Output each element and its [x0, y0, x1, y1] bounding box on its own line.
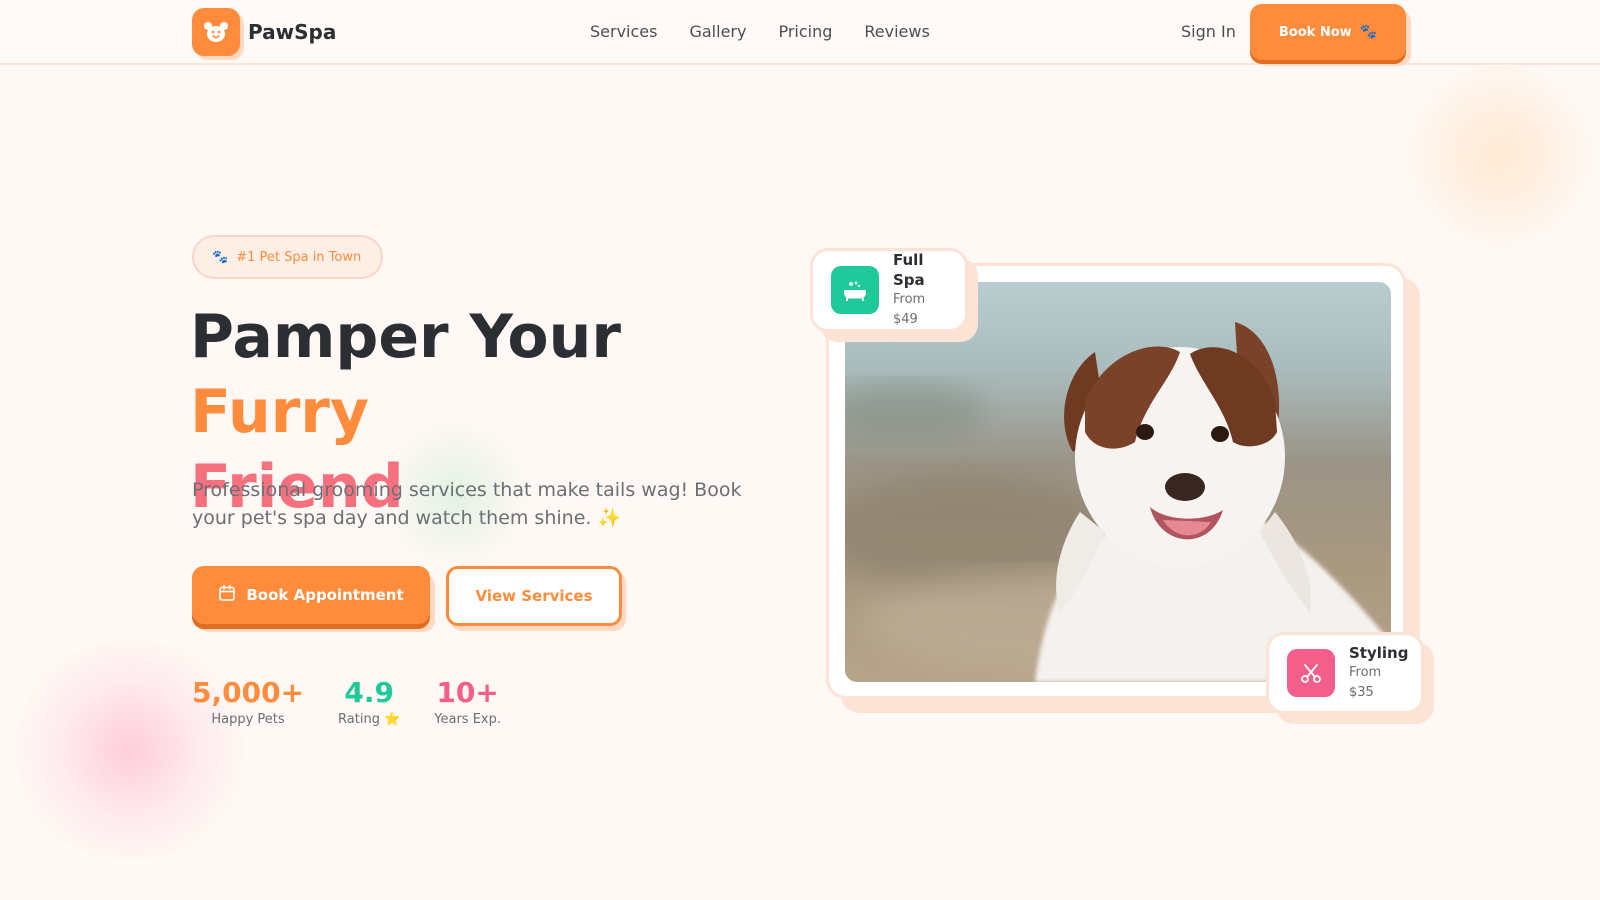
calendar-icon [218, 584, 236, 606]
main-nav: Services Gallery Pricing Reviews [590, 20, 930, 44]
brand-logo[interactable]: PawSpa [192, 8, 336, 56]
stat-label: Years Exp. [434, 712, 501, 727]
nav-link-services[interactable]: Services [590, 20, 657, 44]
stat-value: 5,000+ [192, 676, 305, 709]
paw-icon: 🐾 [212, 249, 229, 265]
decorative-orange-blob [1400, 60, 1600, 250]
stat-happy-pets: 5,000+ Happy Pets [192, 676, 304, 727]
styling-card[interactable]: Styling From $35 [1266, 632, 1424, 714]
book-now-button[interactable]: Book Now 🐾 [1250, 4, 1406, 60]
site-header: PawSpa Services Gallery Pricing Reviews … [0, 0, 1600, 65]
stat-label: Happy Pets [211, 712, 285, 727]
nav-link-gallery[interactable]: Gallery [689, 20, 746, 44]
full-spa-card[interactable]: Full Spa From $49 [810, 248, 968, 332]
stat-value: 10+ [436, 676, 499, 709]
hero-badge-text: #1 Pet Spa in Town [236, 249, 362, 265]
paw-icon: 🐾 [1359, 24, 1378, 40]
card-price: From $35 [1349, 665, 1382, 700]
hero-stats: 5,000+ Happy Pets 4.9 Rating ⭐ 10+ Years… [192, 676, 501, 727]
full-spa-info: Full Spa From $49 [893, 250, 947, 330]
styling-info: Styling From $35 [1349, 643, 1408, 703]
dog-photo [845, 282, 1391, 682]
book-appointment-button[interactable]: Book Appointment [192, 566, 430, 624]
card-title: Styling [1349, 644, 1409, 662]
hero-subtext: Professional grooming services that make… [192, 479, 742, 529]
decorative-pink-blob [10, 640, 250, 860]
card-price: From $49 [893, 292, 926, 327]
bathtub-icon [831, 266, 879, 314]
sign-in-link[interactable]: Sign In [1181, 20, 1236, 44]
nav-link-pricing[interactable]: Pricing [778, 20, 832, 44]
brand-name: PawSpa [248, 20, 337, 44]
stat-label: Rating ⭐ [338, 712, 401, 727]
stat-years: 10+ Years Exp. [434, 676, 501, 727]
headline-part-2: Furry [190, 377, 370, 447]
nav-link-reviews[interactable]: Reviews [864, 20, 929, 44]
dog-illustration [845, 322, 1391, 682]
scissors-icon [1287, 649, 1335, 697]
card-title: Full Spa [893, 251, 925, 289]
headline-part-1: Pamper Your [190, 302, 621, 372]
bear-face-icon [192, 8, 240, 56]
book-now-label: Book Now [1278, 24, 1352, 40]
stat-rating: 4.9 Rating ⭐ [338, 676, 400, 727]
hero-badge: 🐾 #1 Pet Spa in Town [192, 235, 384, 279]
view-services-button[interactable]: View Services [446, 566, 622, 626]
book-appointment-label: Book Appointment [246, 586, 404, 604]
stat-value: 4.9 [344, 676, 394, 709]
